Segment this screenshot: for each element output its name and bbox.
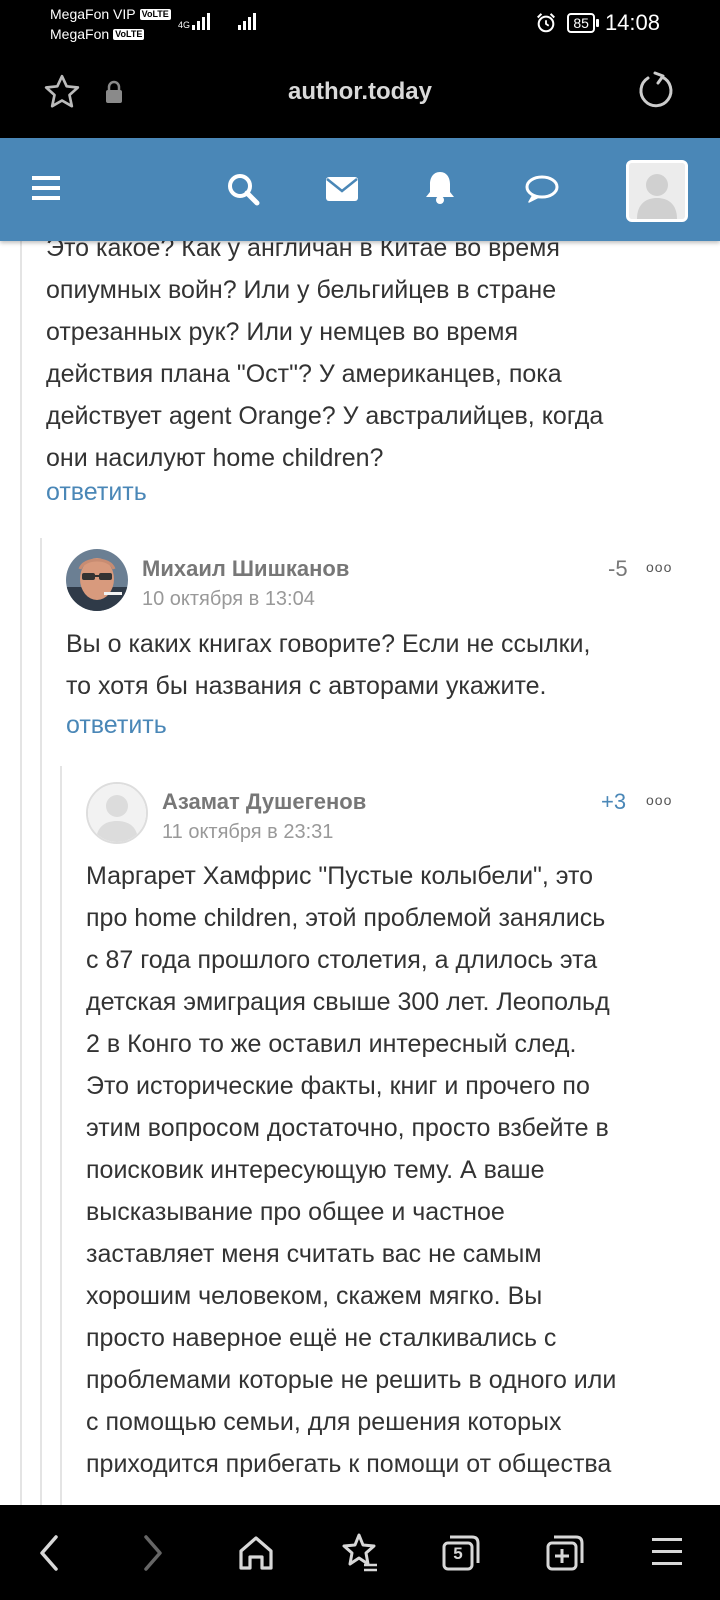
bookmarks-star-icon[interactable] <box>338 1531 380 1573</box>
thread-line <box>60 766 62 1505</box>
thread-line <box>40 538 42 1505</box>
home-icon[interactable] <box>236 1533 276 1573</box>
comment-line: с помощью семьи, для решения которых <box>86 1408 562 1436</box>
reply-link[interactable]: ответить <box>66 711 167 740</box>
tabs-button[interactable]: 5 <box>440 1533 480 1573</box>
comment-line: высказывание про общее и частное <box>86 1198 505 1226</box>
new-tab-icon[interactable] <box>544 1533 584 1573</box>
browser-url-bar: author.today <box>0 50 720 138</box>
author-name[interactable]: Азамат Душегенов <box>162 789 366 815</box>
comment-line: 2 в Конго то же оставил интересный след. <box>86 1030 577 1058</box>
signal-indicators: 4G <box>178 12 257 30</box>
comment-line: приходится прибегать к помощи от обществ… <box>86 1450 612 1478</box>
comment-line: заставляет меня считать вас не самым <box>86 1240 542 1268</box>
user-silhouette-icon <box>629 163 685 219</box>
menu-icon[interactable] <box>30 174 62 202</box>
tab-count: 5 <box>453 1544 463 1563</box>
comments-thread: Это какое? Как у англичан в Китае во вре… <box>0 241 720 1505</box>
reload-icon[interactable] <box>636 70 676 110</box>
comment-text: Это какое? Как у англичан в Китае во вре… <box>46 241 706 479</box>
more-options-icon[interactable]: ooo <box>646 792 672 808</box>
author-name[interactable]: Михаил Шишканов <box>142 556 349 582</box>
search-icon[interactable] <box>226 172 260 206</box>
carrier-name-1: MegaFon VIP <box>50 6 136 22</box>
comment-line: просто наверное ещё не сталкивались с <box>86 1324 557 1352</box>
site-navigation <box>0 138 720 241</box>
reply-link[interactable]: ответить <box>46 478 147 507</box>
carrier-name-2: MegaFon <box>50 26 110 42</box>
comment-line: этим вопросом достаточно, просто взбейте… <box>86 1114 609 1142</box>
more-options-icon[interactable]: ooo <box>646 559 672 575</box>
comment-score: -5 <box>608 556 628 581</box>
comment-line: с 87 года прошлого столетия, а длилось э… <box>86 946 598 974</box>
comment-score: +3 <box>601 789 627 814</box>
user-silhouette-icon <box>88 784 146 842</box>
comment-line: отрезанных рук? Или у немцев во время <box>46 318 519 346</box>
bell-icon[interactable] <box>424 169 456 205</box>
signal-icon <box>192 12 211 30</box>
comment-line: Вы о каких книгах говорите? Если не ссыл… <box>66 630 591 658</box>
comment-date[interactable]: 11 октября в 23:31 <box>162 821 333 844</box>
comment-line: хорошим человеком, скажем мягко. Вы <box>86 1282 543 1310</box>
clock: 14:08 <box>604 10 660 35</box>
comment-line: действия плана "Ост"? У американцев, пок… <box>46 360 562 388</box>
comment-line: детская эмиграция свыше 300 лет. Леополь… <box>86 988 610 1016</box>
comment-line: они насилуют home children? <box>46 444 384 472</box>
battery-indicator: 85 <box>567 13 599 33</box>
url-text[interactable]: author.today <box>0 78 720 106</box>
network-type: 4G <box>178 20 191 30</box>
mail-icon[interactable] <box>325 176 359 202</box>
back-icon[interactable] <box>36 1533 62 1573</box>
browser-bottom-bar: 5 <box>0 1505 720 1600</box>
comment-line: Это исторические факты, книг и прочего п… <box>86 1072 590 1100</box>
comment-line: то хотя бы названия с авторами укажите. <box>66 672 547 700</box>
status-bar: MegaFon VIP VoLTE MegaFon VoLTE 4G 85 14:0… <box>0 0 720 50</box>
volte-badge: VoLTE <box>139 8 171 20</box>
signal-icon <box>238 12 257 30</box>
author-photo <box>66 549 128 611</box>
comment-line: Маргарет Хамфрис "Пустые колыбели", это <box>86 862 594 890</box>
menu-icon[interactable] <box>650 1535 684 1569</box>
alarm-icon <box>537 13 556 33</box>
comment-line: проблемами которые не решить в одного ил… <box>86 1366 617 1394</box>
comment-line: Это какое? Как у англичан в Китае во вре… <box>46 241 560 262</box>
comment-date[interactable]: 10 октября в 13:04 <box>142 588 315 611</box>
comment-line: действует agent Orange? У австралийцев, … <box>46 402 604 430</box>
author-avatar[interactable] <box>66 549 128 611</box>
comment-line: поисковик интересующую тему. А ваше <box>86 1156 545 1184</box>
comment-line: опиумных войн? Или у бельгийцев в стране <box>46 276 557 304</box>
comment-line: про home children, этой проблемой заняли… <box>86 904 606 932</box>
comment-text: Маргарет Хамфрис "Пустые колыбели", это … <box>86 855 706 1485</box>
user-avatar[interactable] <box>626 160 688 222</box>
author-avatar[interactable] <box>86 782 148 844</box>
comment-text: Вы о каких книгах говорите? Если не ссыл… <box>66 623 706 707</box>
chat-icon[interactable] <box>524 174 560 204</box>
volte-badge: VoLTE <box>113 28 145 40</box>
carrier-info: MegaFon VIP VoLTE MegaFon VoLTE <box>50 4 171 44</box>
forward-icon[interactable] <box>140 1533 166 1573</box>
thread-line <box>20 241 22 1505</box>
